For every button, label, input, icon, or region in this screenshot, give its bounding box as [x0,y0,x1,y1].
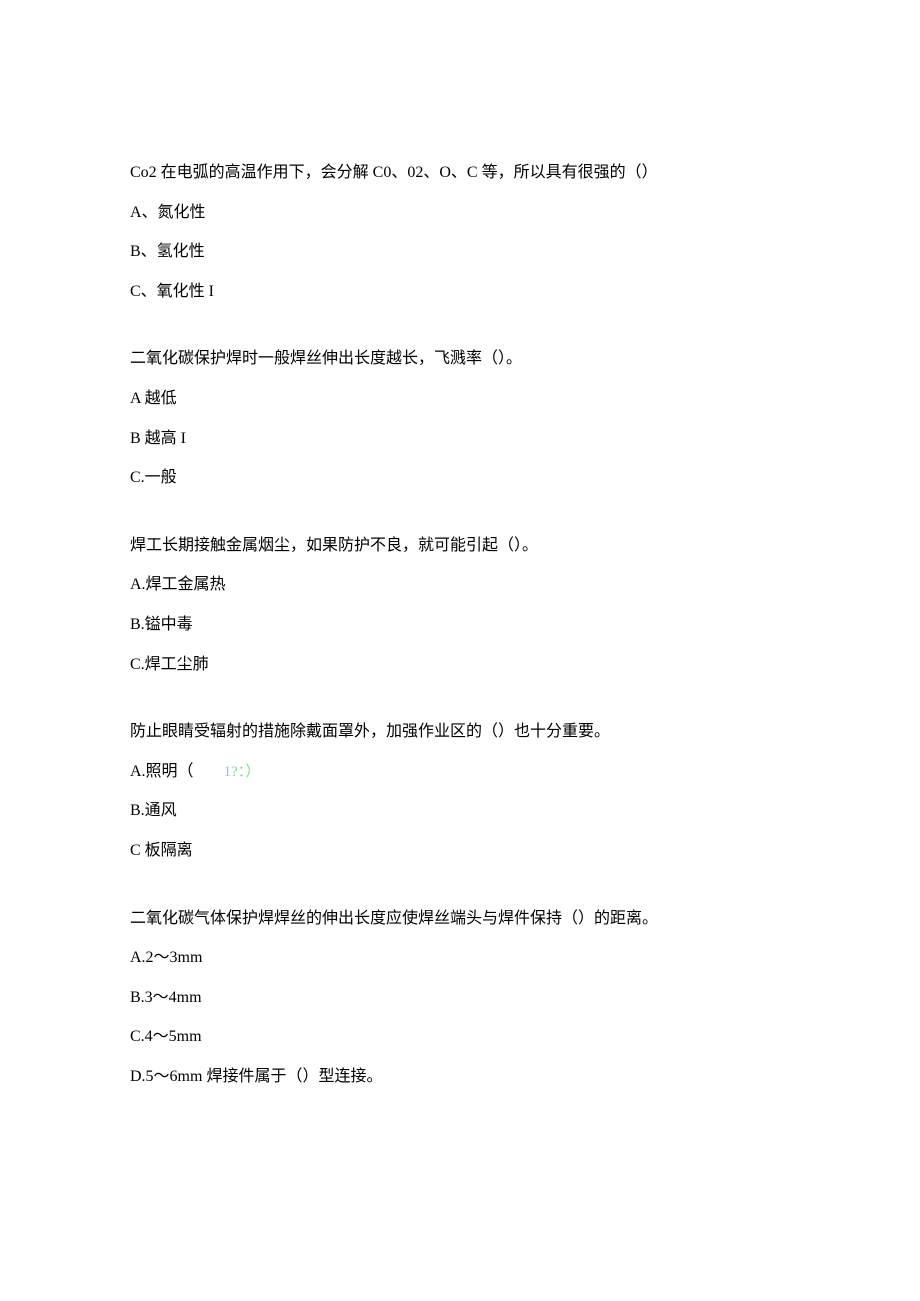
option-b: B.通风 [130,798,790,824]
question-text: 防止眼睛受辐射的措施除戴面罩外，加强作业区的（）也十分重要。 [130,719,790,745]
option-hint: 1?：） [224,764,261,780]
option-label: A.照明（ [130,759,194,785]
question-text: Co2 在电弧的高温作用下，会分解 C0、02、O、C 等，所以具有很强的（） [130,160,790,186]
option-a: A.焊工金属热 [130,572,790,598]
option-b: B.镒中毒 [130,612,790,638]
question-text: 焊工长期接触金属烟尘，如果防护不良，就可能引起（）。 [130,533,790,559]
option-b: B、氢化性 [130,239,790,265]
option-c: C.焊工尘肺 [130,652,790,678]
option-d: D.5～6mm 焊接件属于（）型连接。 [130,1064,790,1090]
option-c: C.4～5mm [130,1024,790,1050]
question-block-2: 二氧化碳保护焊时一般焊丝伸出长度越长，飞溅率（）。 A 越低 B 越高 I C.… [130,346,790,490]
question-text: 二氧化碳气体保护焊焊丝的伸出长度应使焊丝端头与焊件保持（）的距离。 [130,906,790,932]
option-a: A.2～3mm [130,945,790,971]
question-block-4: 防止眼睛受辐射的措施除戴面罩外，加强作业区的（）也十分重要。 A.照明（ 1?：… [130,719,790,863]
question-text: 二氧化碳保护焊时一般焊丝伸出长度越长，飞溅率（）。 [130,346,790,372]
question-block-1: Co2 在电弧的高温作用下，会分解 C0、02、O、C 等，所以具有很强的（） … [130,160,790,304]
option-a: A.照明（ 1?：） [130,759,790,785]
option-c: C、氧化性 I [130,279,790,305]
question-block-3: 焊工长期接触金属烟尘，如果防护不良，就可能引起（）。 A.焊工金属热 B.镒中毒… [130,533,790,677]
option-c: C.一般 [130,465,790,491]
option-a: A、氮化性 [130,200,790,226]
option-c: C 板隔离 [130,838,790,864]
option-a: A 越低 [130,386,790,412]
question-block-5: 二氧化碳气体保护焊焊丝的伸出长度应使焊丝端头与焊件保持（）的距离。 A.2～3m… [130,906,790,1090]
option-b: B 越高 I [130,426,790,452]
option-b: B.3～4mm [130,985,790,1011]
